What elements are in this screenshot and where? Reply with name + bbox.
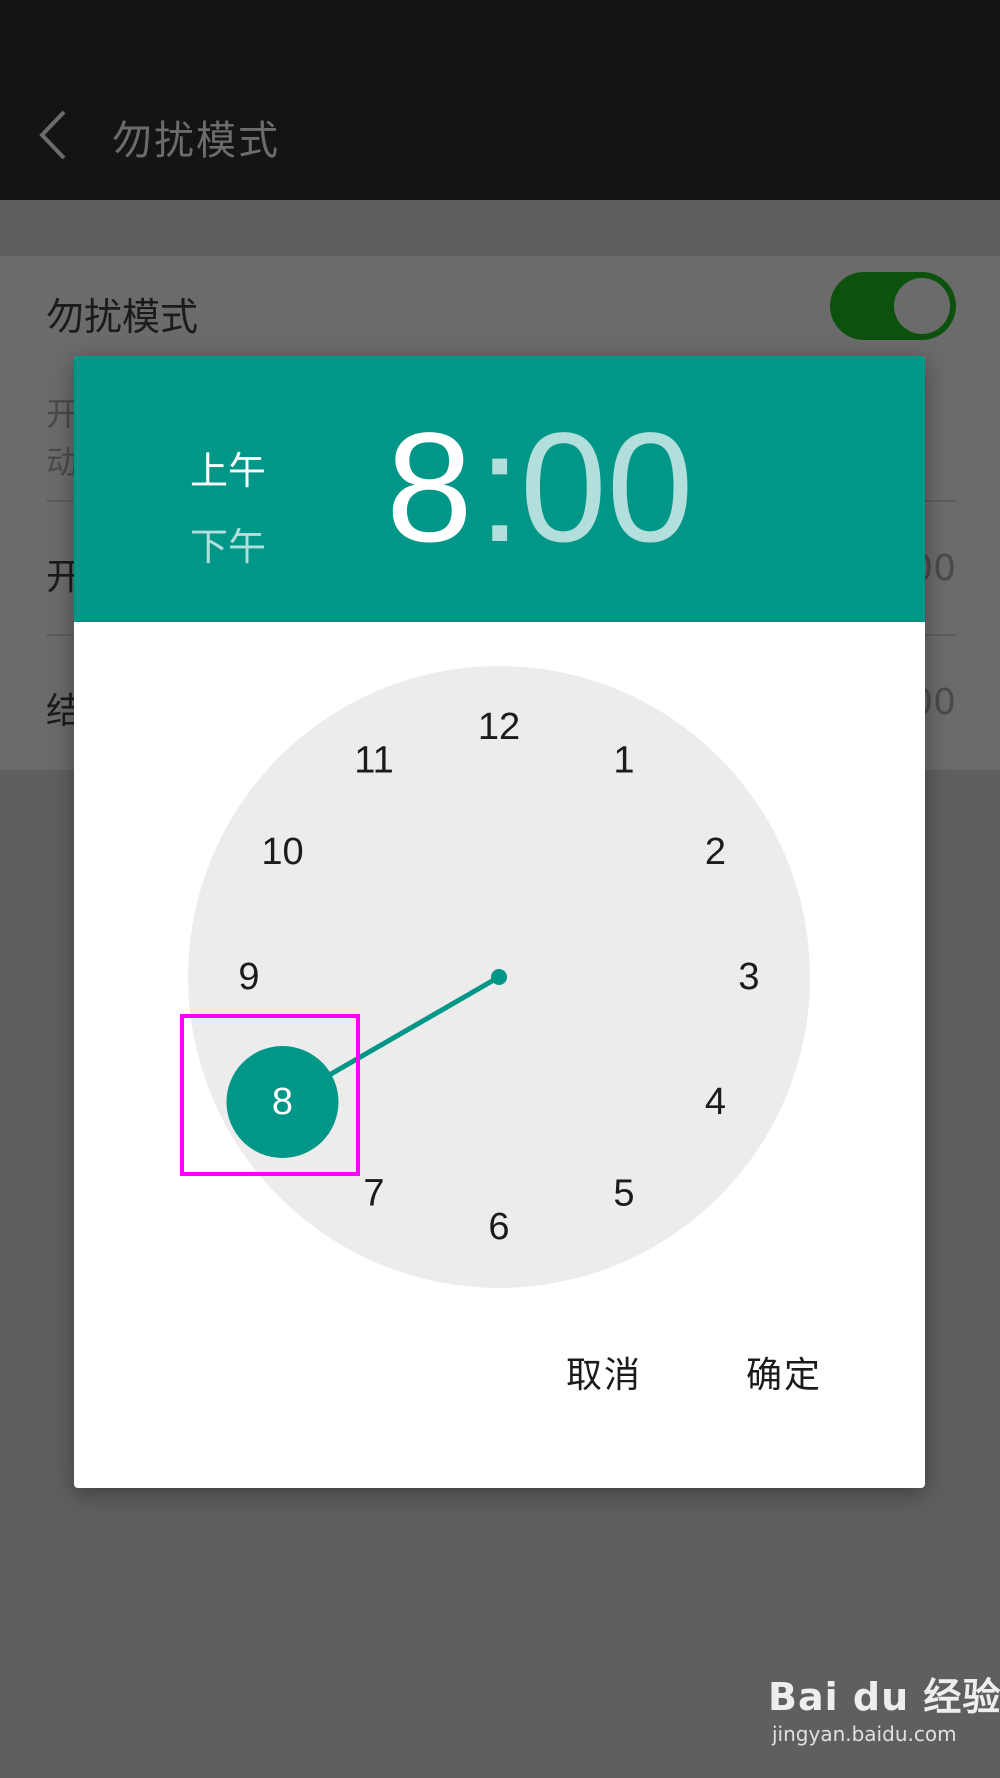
back-button[interactable]: [30, 100, 80, 170]
clock-number-11[interactable]: 11: [354, 739, 393, 781]
am-option[interactable]: 上午: [190, 440, 266, 495]
clock-dial[interactable]: 121234567891011: [188, 666, 810, 1288]
clock-number-6[interactable]: 6: [488, 1206, 509, 1248]
clock-number-3[interactable]: 3: [738, 956, 759, 998]
clock-number-4[interactable]: 4: [705, 1081, 726, 1123]
watermark: Bai du 经验 jingyan.baidu.com: [760, 1666, 1000, 1766]
time-separator: :: [478, 401, 522, 575]
time-picker-dialog: 上午 下午 8 : 00 12 1 2 3 4 5 6 7 8 9 10 11 取消 确定: [74, 356, 925, 1488]
toggle-knob: [894, 278, 950, 334]
pm-option[interactable]: 下午: [190, 516, 266, 571]
watermark-logo: Bai du 经验: [768, 1675, 1000, 1719]
end-time-value: 00: [920, 682, 956, 723]
chevron-left-icon: [39, 110, 66, 160]
clock-number-1[interactable]: 1: [613, 739, 634, 781]
minute-display[interactable]: 00: [520, 410, 694, 566]
watermark-url: jingyan.baidu.com: [772, 1722, 957, 1746]
time-picker-header: 上午 下午 8 : 00: [74, 356, 925, 622]
clock-number-7[interactable]: 7: [363, 1173, 384, 1215]
section-gap: [0, 200, 1000, 256]
page-title: 勿扰模式: [112, 118, 280, 164]
cancel-button[interactable]: 取消: [566, 1346, 642, 1398]
ok-button[interactable]: 确定: [746, 1346, 822, 1398]
highlight-annotation: [180, 1014, 360, 1176]
hour-display[interactable]: 8: [386, 410, 473, 566]
clock-number-9[interactable]: 9: [238, 956, 259, 998]
dnd-toggle[interactable]: [830, 272, 956, 340]
clock-number-2[interactable]: 2: [705, 831, 726, 873]
clock-number-10[interactable]: 10: [261, 831, 303, 873]
clock-center-dot: [491, 969, 507, 985]
start-time-value: 00: [920, 548, 956, 589]
dnd-setting-label: 勿扰模式: [46, 295, 199, 339]
clock-number-12[interactable]: 12: [478, 706, 520, 748]
clock-face[interactable]: 12 1 2 3 4 5 6 7 8 9 10 11: [188, 666, 810, 1288]
top-app-bar: 勿扰模式: [0, 0, 1000, 200]
clock-number-5[interactable]: 5: [613, 1173, 634, 1215]
